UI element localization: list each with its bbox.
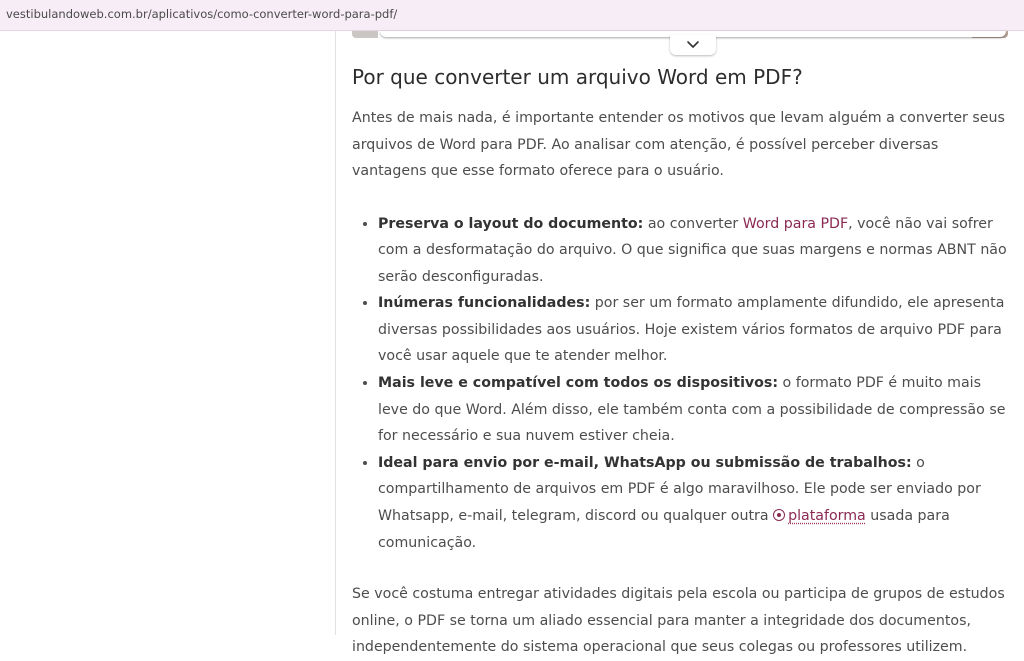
section-heading: Por que converter um arquivo Word em PDF…	[352, 65, 803, 89]
list-item: Preserva o layout do documento: ao conve…	[378, 211, 1012, 291]
article-content: Por que converter um arquivo Word em PDF…	[352, 60, 1012, 661]
intro-paragraph: Antes de mais nada, é importante entende…	[352, 110, 1005, 179]
word-para-pdf-link[interactable]: Word para PDF	[743, 216, 848, 232]
benefits-list: Preserva o layout do documento: ao conve…	[352, 211, 1012, 557]
benefit-text: ao converter	[643, 215, 743, 232]
closing-paragraph: Se você costuma entregar atividades digi…	[352, 586, 1005, 656]
column-divider	[335, 31, 336, 635]
list-item: Mais leve e compatível com todos os disp…	[378, 370, 1012, 450]
left-margin	[0, 31, 335, 635]
address-bar[interactable]: vestibulandoweb.com.br/aplicativos/como-…	[0, 0, 1024, 31]
benefit-title: Mais leve e compatível com todos os disp…	[378, 375, 779, 392]
benefit-title: Inúmeras funcionalidades:	[378, 295, 591, 312]
circle-plus-icon[interactable]	[773, 509, 786, 522]
chevron-down-icon	[687, 41, 699, 48]
expand-button[interactable]	[670, 35, 716, 55]
benefit-title: Preserva o layout do documento:	[378, 215, 644, 232]
plataforma-link[interactable]: plataforma	[788, 508, 866, 524]
url-text[interactable]: vestibulandoweb.com.br/aplicativos/como-…	[6, 7, 397, 21]
list-item: Ideal para envio por e-mail, WhatsApp ou…	[378, 450, 1012, 556]
benefit-title: Ideal para envio por e-mail, WhatsApp ou…	[378, 454, 912, 471]
list-item: Inúmeras funcionalidades: por ser um for…	[378, 290, 1012, 370]
